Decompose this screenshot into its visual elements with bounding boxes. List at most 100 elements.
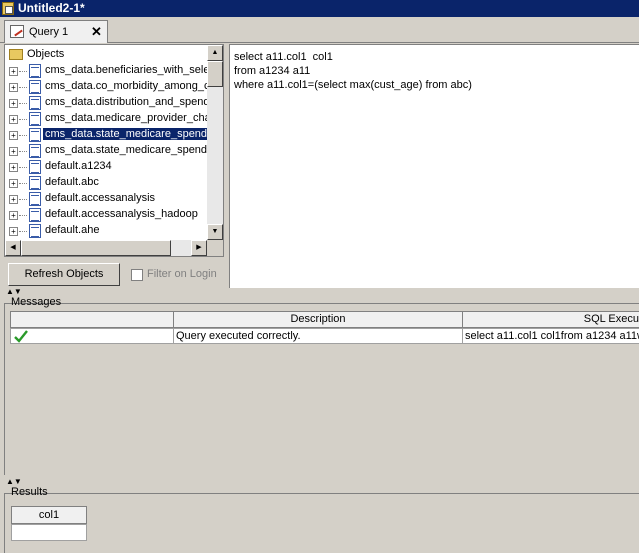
- scroll-thumb[interactable]: [207, 61, 223, 87]
- tree-vertical-scrollbar[interactable]: ▲ ▼: [207, 45, 223, 240]
- table-icon: [29, 224, 41, 238]
- message-row-status[interactable]: [10, 328, 174, 344]
- tree-item[interactable]: + cms_data.state_medicare_spendi: [5, 143, 209, 159]
- tree-connector: [19, 215, 27, 216]
- expand-icon[interactable]: +: [9, 131, 18, 140]
- table-icon: [29, 208, 41, 222]
- expand-icon[interactable]: +: [9, 115, 18, 124]
- tree-root-objects[interactable]: Objects: [7, 47, 207, 63]
- app-icon: [2, 2, 14, 15]
- tree-item[interactable]: + cms_data.co_morbidity_among_cl: [5, 79, 212, 95]
- tree-item-label: default.accessanalysis: [45, 192, 156, 204]
- tree-item[interactable]: + default.abc: [5, 175, 205, 191]
- tree-item-label: cms_data.medicare_provider_cha: [45, 112, 211, 124]
- tree-connector: [19, 103, 27, 104]
- tree-item[interactable]: + default.accessanalysis: [5, 191, 205, 207]
- expand-icon[interactable]: +: [9, 227, 18, 236]
- table-icon: [29, 128, 41, 142]
- sql-editor[interactable]: select a11.col1 col1 from a1234 a11 wher…: [229, 44, 639, 288]
- tree-item-label: cms_data.state_medicare_spendi: [43, 128, 212, 140]
- messages-title: Messages: [11, 296, 62, 308]
- tree-connector: [19, 119, 27, 120]
- table-icon: [29, 160, 41, 174]
- expand-icon[interactable]: +: [9, 195, 18, 204]
- messages-col-sql[interactable]: SQL Execu: [462, 311, 639, 328]
- results-title: Results: [11, 486, 48, 498]
- window-title: Untitled2-1*: [18, 1, 85, 15]
- messages-col-description[interactable]: Description: [173, 311, 463, 328]
- tree-item-label: cms_data.state_medicare_spendi: [45, 144, 210, 156]
- expand-icon[interactable]: +: [9, 67, 18, 76]
- tree-item-label: cms_data.beneficiaries_with_sele: [45, 64, 210, 76]
- scroll-corner: [207, 240, 223, 256]
- filter-on-login-checkbox[interactable]: [131, 269, 143, 281]
- table-icon: [29, 192, 41, 206]
- tree-connector: [19, 167, 27, 168]
- scroll-up-button[interactable]: ▲: [207, 45, 223, 61]
- expand-icon[interactable]: +: [9, 179, 18, 188]
- tree-item[interactable]: + cms_data.distribution_and_spend: [5, 95, 210, 111]
- expand-icon[interactable]: +: [9, 211, 18, 220]
- table-icon: [29, 80, 41, 94]
- filter-on-login-label: Filter on Login: [147, 268, 217, 280]
- tree-horizontal-scrollbar[interactable]: ◀ ▶: [5, 240, 207, 256]
- tree-connector: [19, 151, 27, 152]
- messages-col-status: [10, 311, 174, 328]
- tree-connector: [19, 135, 27, 136]
- tree-item-label: default.a1234: [45, 160, 112, 172]
- tree-item[interactable]: + cms_data.state_medicare_spendi: [5, 127, 212, 143]
- table-icon: [29, 176, 41, 190]
- object-tree[interactable]: Objects + cms_data.beneficiaries_with_sel…: [4, 44, 224, 257]
- expand-icon[interactable]: +: [9, 163, 18, 172]
- messages-grid[interactable]: Description SQL Execu Query executed cor…: [8, 311, 639, 475]
- scroll-right-button[interactable]: ▶: [191, 240, 207, 256]
- table-icon: [29, 112, 41, 126]
- tree-item[interactable]: + default.ahe: [5, 223, 205, 239]
- tree-item[interactable]: + cms_data.medicare_provider_cha: [5, 111, 211, 127]
- tab-label: Query 1: [29, 26, 69, 38]
- sql-line-2: from a1234 a11: [234, 65, 311, 77]
- table-icon: [29, 96, 41, 110]
- tree-item-label: default.ahe: [45, 224, 100, 236]
- scroll-down-button[interactable]: ▼: [207, 224, 223, 240]
- splitter-messages-results[interactable]: ▲▼: [0, 477, 639, 486]
- tree-item-label: default.accessanalysis_hadoop: [45, 208, 198, 220]
- message-row-sql[interactable]: select a11.col1 col1from a1234 a11wh: [462, 328, 639, 344]
- results-cell[interactable]: [11, 524, 87, 541]
- expand-icon[interactable]: +: [9, 147, 18, 156]
- refresh-objects-button[interactable]: Refresh Objects: [8, 263, 120, 286]
- tree-item-label: default.abc: [45, 176, 99, 188]
- tab-strip: Query 1 ✕: [0, 17, 639, 43]
- expand-icon[interactable]: +: [9, 83, 18, 92]
- results-col-col1[interactable]: col1: [11, 506, 87, 524]
- tree-connector: [19, 199, 27, 200]
- tree-connector: [19, 183, 27, 184]
- tree-root-label: Objects: [27, 48, 65, 60]
- sql-line-1: select a11.col1 col1: [234, 51, 333, 63]
- tree-item[interactable]: + default.a1234: [5, 159, 205, 175]
- title-bar: Untitled2-1*: [0, 0, 639, 17]
- splitter-editor-messages[interactable]: ▲▼: [0, 287, 639, 296]
- tree-item-label: cms_data.co_morbidity_among_cl: [45, 80, 212, 92]
- table-icon: [29, 64, 41, 78]
- tree-connector: [19, 231, 27, 232]
- tree-connector: [19, 71, 27, 72]
- sql-line-3: where a11.col1=(select max(cust_age) fro…: [234, 79, 472, 91]
- results-panel: [4, 493, 639, 553]
- tree-item[interactable]: + cms_data.beneficiaries_with_sele: [5, 63, 209, 79]
- query-edit-icon: [10, 25, 24, 38]
- tree-item[interactable]: + default.accessanalysis_hadoop: [5, 207, 205, 223]
- checkmark-icon: [14, 330, 28, 343]
- table-icon: [29, 144, 41, 158]
- scroll-left-button[interactable]: ◀: [5, 240, 21, 256]
- tree-item-label: cms_data.distribution_and_spend: [45, 96, 210, 108]
- tab-query-1[interactable]: Query 1 ✕: [4, 20, 108, 43]
- expand-icon[interactable]: +: [9, 99, 18, 108]
- tree-connector: [19, 87, 27, 88]
- hscroll-thumb[interactable]: [21, 240, 171, 256]
- splitter-arrows-icon: ▲▼: [6, 477, 22, 486]
- folder-icon: [9, 49, 23, 60]
- message-row-description[interactable]: Query executed correctly.: [173, 328, 463, 344]
- splitter-arrows-icon: ▲▼: [6, 287, 22, 296]
- close-tab-icon[interactable]: ✕: [91, 24, 102, 40]
